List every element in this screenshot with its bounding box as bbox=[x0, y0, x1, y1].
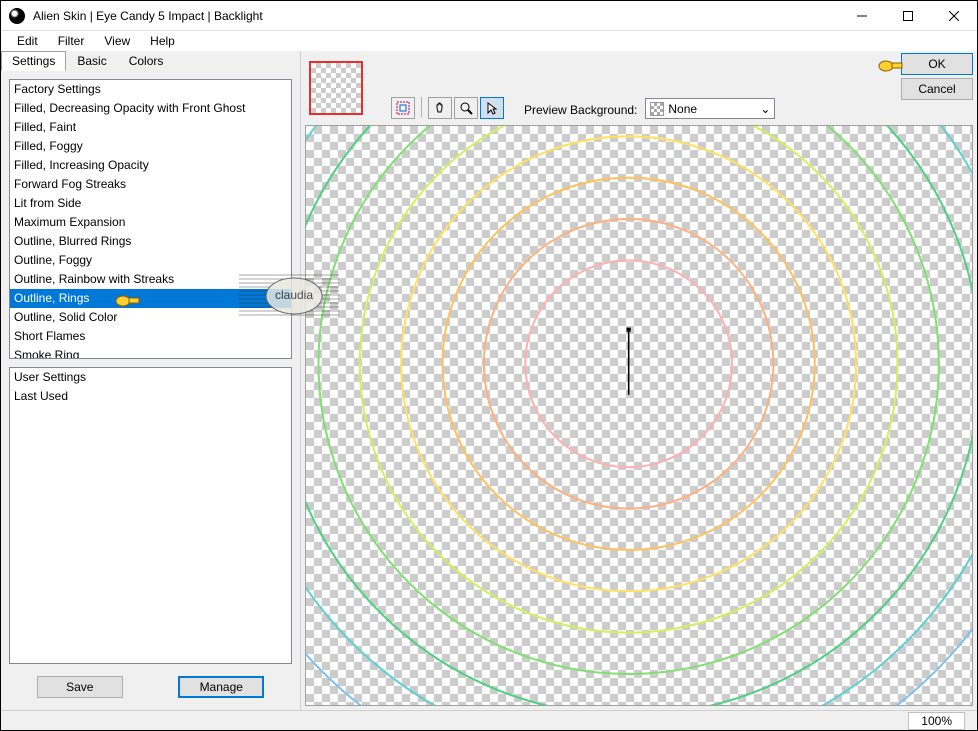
tab-basic[interactable]: Basic bbox=[66, 51, 117, 71]
close-button[interactable] bbox=[931, 1, 977, 30]
preview-bg-select[interactable]: None ⌄ bbox=[645, 98, 775, 119]
separator bbox=[421, 97, 422, 117]
list-item[interactable]: Outline, Solid Color bbox=[10, 308, 291, 327]
cancel-button[interactable]: Cancel bbox=[901, 78, 973, 100]
marquee-tool-icon[interactable] bbox=[391, 97, 415, 119]
tab-colors[interactable]: Colors bbox=[118, 51, 175, 71]
zoom-level[interactable]: 100% bbox=[908, 712, 965, 730]
list-item[interactable]: Filled, Increasing Opacity bbox=[10, 156, 291, 175]
list-item[interactable]: Maximum Expansion bbox=[10, 213, 291, 232]
content: Settings Basic Colors Factory Settings F… bbox=[1, 51, 977, 710]
menubar: Edit Filter View Help bbox=[1, 31, 977, 51]
ok-button[interactable]: OK bbox=[901, 53, 973, 75]
pointer-tool-icon[interactable] bbox=[480, 97, 504, 119]
menu-view[interactable]: View bbox=[96, 32, 138, 50]
titlebar: Alien Skin | Eye Candy 5 Impact | Backli… bbox=[1, 1, 977, 31]
list-item[interactable]: Forward Fog Streaks bbox=[10, 175, 291, 194]
menu-help[interactable]: Help bbox=[142, 32, 183, 50]
app-icon bbox=[9, 8, 25, 24]
save-button[interactable]: Save bbox=[37, 676, 123, 698]
toolbar: Preview Background: None ⌄ bbox=[301, 51, 977, 125]
preview-canvas[interactable] bbox=[305, 125, 973, 706]
settings-panel: Factory Settings Filled, Decreasing Opac… bbox=[1, 71, 300, 710]
menu-edit[interactable]: Edit bbox=[9, 32, 46, 50]
window-controls bbox=[839, 1, 977, 30]
tab-settings[interactable]: Settings bbox=[1, 51, 66, 71]
ok-label: OK bbox=[928, 57, 945, 71]
list-item[interactable]: Outline, Rainbow with Streaks bbox=[10, 270, 291, 289]
list-item[interactable]: Last Used bbox=[10, 387, 291, 406]
preview-bg-label: Preview Background: bbox=[524, 103, 637, 117]
pointer-hand-icon bbox=[113, 289, 141, 309]
chevron-down-icon: ⌄ bbox=[760, 102, 770, 116]
hand-tool-icon[interactable] bbox=[428, 97, 452, 119]
minimize-button[interactable] bbox=[839, 1, 885, 30]
tool-buttons bbox=[391, 97, 504, 119]
list-item[interactable]: Filled, Foggy bbox=[10, 137, 291, 156]
list-item[interactable]: Outline, Blurred Rings bbox=[10, 232, 291, 251]
right-panel: OK Cancel Preview Background: None ⌄ bbox=[301, 51, 977, 710]
list-item[interactable]: Lit from Side bbox=[10, 194, 291, 213]
menu-filter[interactable]: Filter bbox=[50, 32, 93, 50]
window-title: Alien Skin | Eye Candy 5 Impact | Backli… bbox=[33, 9, 839, 23]
user-settings-list[interactable]: User Settings Last Used bbox=[9, 367, 292, 664]
factory-header: Factory Settings bbox=[10, 80, 291, 99]
list-item[interactable]: Outline, Rings bbox=[10, 289, 291, 308]
user-header: User Settings bbox=[10, 368, 291, 387]
list-item[interactable]: Filled, Faint bbox=[10, 118, 291, 137]
zoom-tool-icon[interactable] bbox=[454, 97, 478, 119]
tabs: Settings Basic Colors bbox=[1, 51, 300, 71]
manage-button[interactable]: Manage bbox=[178, 676, 264, 698]
list-item[interactable]: Smoke Ring bbox=[10, 346, 291, 359]
factory-settings-list[interactable]: Factory Settings Filled, Decreasing Opac… bbox=[9, 79, 292, 359]
maximize-button[interactable] bbox=[885, 1, 931, 30]
action-buttons: OK Cancel bbox=[901, 53, 973, 100]
list-item[interactable]: Short Flames bbox=[10, 327, 291, 346]
left-panel: Settings Basic Colors Factory Settings F… bbox=[1, 51, 301, 710]
list-item[interactable]: Filled, Decreasing Opacity with Front Gh… bbox=[10, 99, 291, 118]
preview-bg-value: None bbox=[668, 102, 697, 116]
bottom-buttons: Save Manage bbox=[9, 672, 292, 702]
list-item[interactable]: Outline, Foggy bbox=[10, 251, 291, 270]
preview-thumbnail[interactable] bbox=[309, 61, 363, 115]
statusbar: 100% bbox=[1, 710, 977, 730]
swatch-icon bbox=[650, 102, 664, 116]
